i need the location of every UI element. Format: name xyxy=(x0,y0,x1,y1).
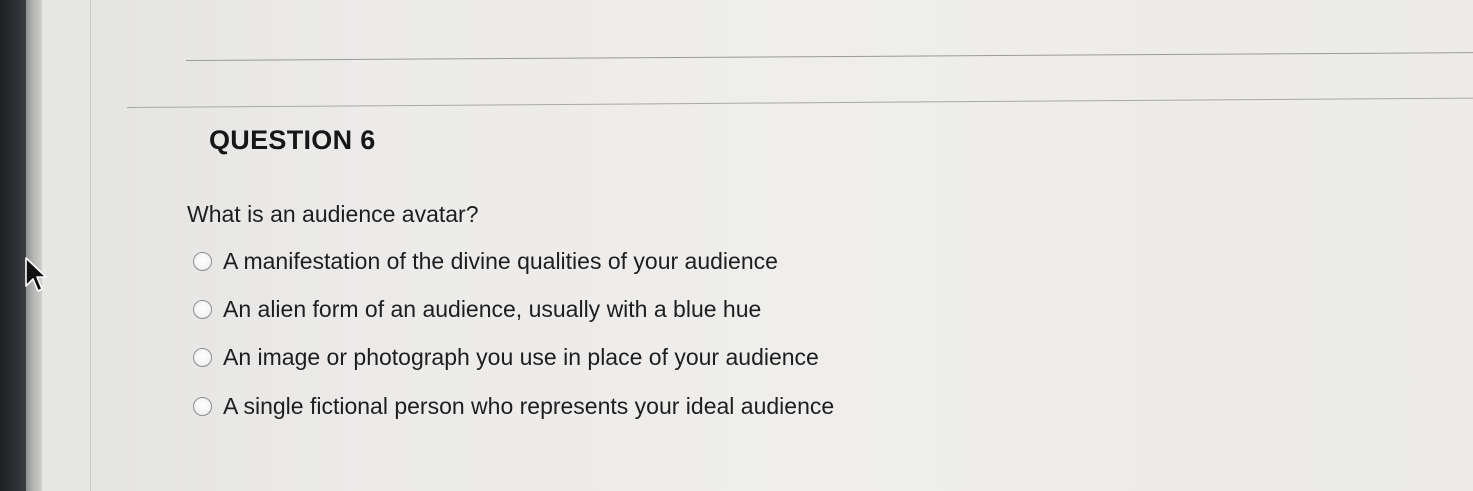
answer-choice-label[interactable]: An image or photograph you use in place … xyxy=(223,344,819,371)
answer-choice-1[interactable]: A manifestation of the divine qualities … xyxy=(193,246,778,276)
monitor-bezel xyxy=(0,0,26,491)
answer-choice-label[interactable]: An alien form of an audience, usually wi… xyxy=(223,296,761,323)
question-prompt: What is an audience avatar? xyxy=(187,201,479,227)
answer-choice-label[interactable]: A single fictional person who represents… xyxy=(223,393,834,420)
radio-button-icon[interactable] xyxy=(193,251,212,271)
question-divider xyxy=(126,97,1473,108)
mouse-pointer-icon xyxy=(25,257,47,292)
quiz-screen: QUESTION 6 What is an audience avatar? A… xyxy=(0,0,1473,491)
radio-button-icon[interactable] xyxy=(193,299,212,319)
radio-button-icon[interactable] xyxy=(193,396,212,416)
answer-choice-2[interactable]: An alien form of an audience, usually wi… xyxy=(193,294,761,324)
answer-choice-label[interactable]: A manifestation of the divine qualities … xyxy=(223,248,778,275)
radio-button-icon[interactable] xyxy=(193,347,212,367)
window-edge xyxy=(26,0,42,491)
answer-choice-4[interactable]: A single fictional person who represents… xyxy=(193,391,834,421)
question-heading: QUESTION 6 xyxy=(209,125,376,155)
answer-choice-3[interactable]: An image or photograph you use in place … xyxy=(193,342,819,372)
left-gutter xyxy=(42,0,91,491)
divider-line xyxy=(185,52,1473,61)
